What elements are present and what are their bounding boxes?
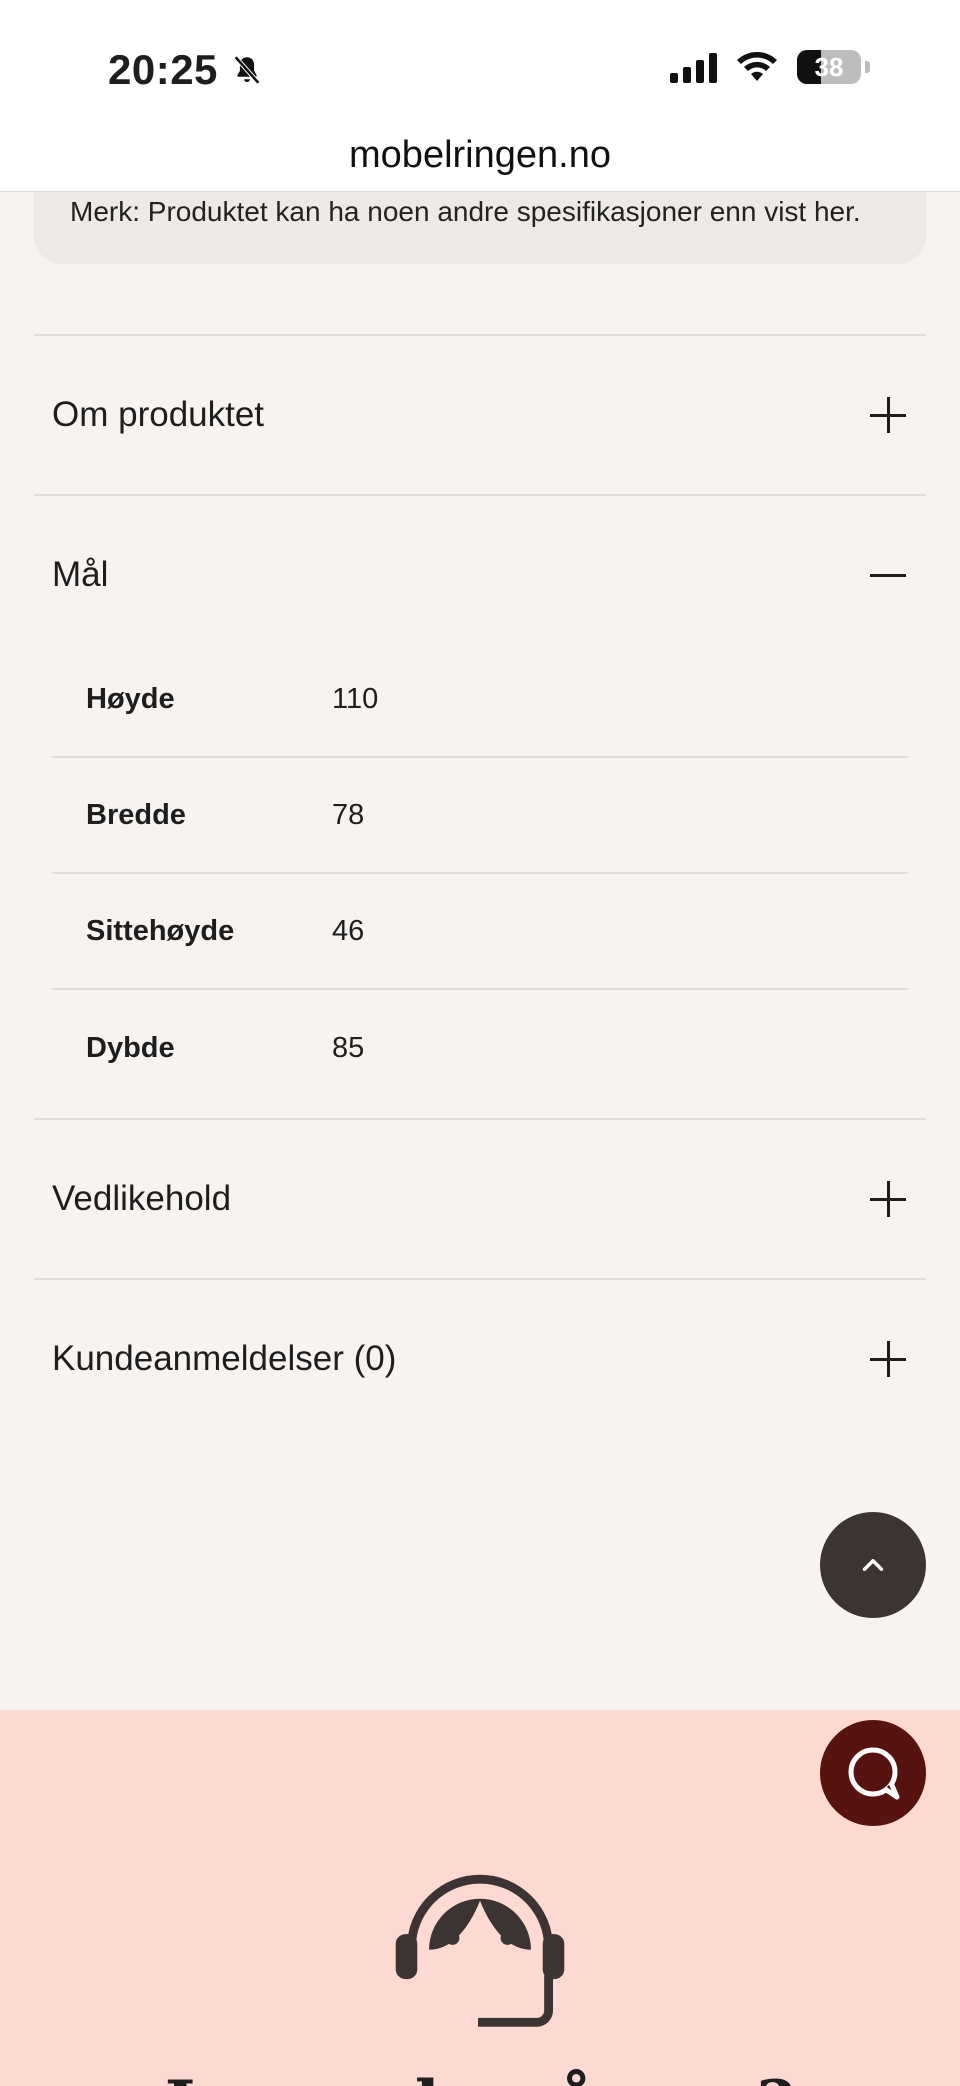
url-bar[interactable]: mobelringen.no [0, 120, 960, 192]
note-text: Merk: Produktet kan ha noen andre spesif… [70, 196, 861, 227]
accordion-item-mal: Mål Høyde 110 Bredde 78 Sittehøyde 46 Dy… [34, 494, 926, 1118]
plus-icon [868, 1339, 908, 1379]
chat-bubble-icon [848, 1747, 900, 1800]
table-row: Sittehøyde 46 [52, 874, 908, 990]
table-row: Bredde 78 [52, 758, 908, 874]
battery-tip [865, 61, 870, 73]
accordion-title: Mål [52, 555, 109, 594]
time-text: 20:25 [108, 46, 218, 93]
status-icons: 38 [670, 50, 870, 84]
wifi-icon [737, 52, 777, 81]
dimension-label: Dybde [86, 1031, 175, 1064]
chat-button[interactable] [820, 1720, 926, 1826]
chevron-up-icon [862, 1559, 884, 1571]
scroll-to-top-button[interactable] [820, 1512, 926, 1618]
accordion-header-kundeanmeldelser[interactable]: Kundeanmeldelser (0) [34, 1280, 926, 1438]
accordion-header-vedlikehold[interactable]: Vedlikehold [34, 1120, 926, 1278]
signal-icon [670, 51, 717, 83]
battery-icon: 38 [797, 50, 861, 84]
accordion-header-mal[interactable]: Mål [34, 496, 926, 654]
accordion-header-om-produktet[interactable]: Om produktet [34, 336, 926, 494]
dimension-value: 46 [332, 914, 365, 947]
table-row: Høyde 110 [52, 642, 908, 758]
status-time: 20:25 [108, 46, 264, 94]
accordion-title: Om produktet [52, 395, 265, 434]
customer-service-agent-icon [395, 1874, 565, 2027]
dimension-value: 85 [332, 1031, 365, 1064]
accordion-title: Kundeanmeldelser (0) [52, 1339, 397, 1378]
product-accordion: Om produktet Mål Høyde 110 Bredde 78 Sit… [34, 334, 926, 1438]
dimensions-table: Høyde 110 Bredde 78 Sittehøyde 46 Dybde … [34, 642, 926, 1118]
accordion-title: Vedlikehold [52, 1179, 232, 1218]
dimension-label: Høyde [86, 682, 175, 715]
dimension-label: Bredde [86, 798, 186, 831]
bell-slash-icon [233, 55, 260, 85]
accordion-item-om-produktet: Om produktet [34, 334, 926, 494]
help-title: Lurer du på noe? [0, 2066, 960, 2086]
battery-level: 38 [814, 51, 844, 82]
dimension-value: 78 [332, 798, 365, 831]
plus-icon [868, 395, 908, 435]
plus-icon [868, 1179, 908, 1219]
dimension-value: 110 [332, 682, 379, 715]
accordion-item-vedlikehold: Vedlikehold [34, 1118, 926, 1278]
table-row: Dybde 85 [52, 990, 908, 1106]
accordion-item-kundeanmeldelser: Kundeanmeldelser (0) [34, 1278, 926, 1438]
dimension-label: Sittehøyde [86, 914, 235, 947]
help-section: Lurer du på noe? [0, 1710, 960, 2086]
url-text: mobelringen.no [349, 134, 611, 176]
status-bar: 20:25 38 [0, 0, 960, 130]
minus-icon [868, 555, 908, 595]
